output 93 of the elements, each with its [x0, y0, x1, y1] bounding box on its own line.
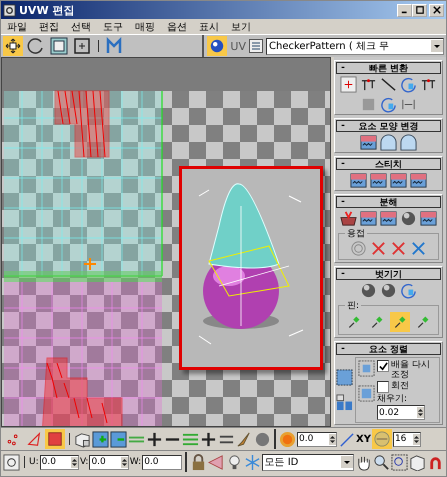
cube-icon[interactable] [408, 454, 426, 470]
menu-item[interactable]: 보기 [231, 20, 251, 33]
arch-icon[interactable] [380, 134, 397, 151]
grid-icon[interactable] [350, 172, 367, 189]
rollout-header[interactable]: - 요소 모양 변경 [336, 120, 441, 132]
cube-icon[interactable] [74, 430, 91, 448]
grow-icon[interactable] [92, 430, 109, 448]
texture-icon [209, 38, 226, 54]
grid-icon[interactable] [420, 210, 437, 227]
pin-icon [370, 315, 384, 329]
rotate-icon [27, 37, 45, 55]
texture-button[interactable] [207, 36, 228, 56]
coordinate-spinner[interactable]: 0.0 [142, 454, 182, 470]
mirror-icon [106, 37, 124, 55]
coordinate-label: U: [28, 457, 39, 467]
sphere-icon[interactable] [254, 430, 271, 448]
rollout-header[interactable]: - 요소 정렬 [336, 343, 441, 355]
freeform-tool[interactable] [72, 36, 92, 56]
menu-item[interactable]: 파일 [7, 20, 27, 33]
grid-icon[interactable] [370, 172, 387, 189]
group-title: 용접 [345, 227, 367, 240]
scale-tool[interactable] [49, 36, 69, 56]
maximize-icon [416, 6, 424, 14]
line-icon[interactable] [380, 76, 397, 93]
checkbox-label: 회전 [391, 381, 410, 391]
spinner-arrows-icon [417, 407, 424, 418]
window-title: UVW 편집 [19, 2, 76, 18]
fill-label: 채우기: [377, 394, 408, 404]
pin-icon [393, 315, 407, 329]
group-title: 핀: [345, 299, 362, 312]
menu-item[interactable]: 표시 [199, 20, 219, 33]
spinner-arrows-icon [329, 434, 336, 444]
shrink-icon[interactable] [110, 430, 127, 448]
fill-spinner[interactable]: 0.02 [377, 405, 425, 420]
rollout-header[interactable]: - 스티치 [336, 158, 441, 170]
freeform-icon [73, 37, 91, 55]
pin-tool[interactable] [390, 312, 410, 332]
pin-icon [416, 315, 430, 329]
grid-icon[interactable] [360, 210, 377, 227]
spinner-arrows-icon [70, 456, 78, 468]
soft-select-spinner[interactable]: 0.0 [297, 432, 337, 446]
close-icon [432, 6, 440, 14]
menu-item[interactable]: 매핑 [135, 20, 155, 33]
basket-icon[interactable] [340, 210, 357, 227]
arch-icon[interactable] [400, 134, 417, 151]
texture-dropdown[interactable]: CheckerPattern ( 체크 무 [266, 38, 444, 54]
undo-icon[interactable] [400, 282, 417, 299]
close-button[interactable] [429, 4, 444, 16]
rollout-header[interactable]: - 빠른 변환 [336, 62, 441, 74]
minimize-button[interactable] [397, 4, 412, 16]
rollout-header[interactable]: - 벗기기 [336, 268, 441, 280]
checkbox-label: 배율 다시 조정 [391, 360, 431, 380]
axis-button[interactable]: XY [356, 434, 371, 444]
grid-icon[interactable] [360, 134, 377, 151]
move-icon [4, 37, 22, 55]
rollout-header[interactable]: - 분해 [336, 196, 441, 208]
square-mode-button[interactable] [45, 429, 65, 449]
transform-mode-icon[interactable] [3, 454, 20, 470]
menu-item[interactable]: 옵션 [167, 20, 187, 33]
zoom-icon[interactable] [372, 454, 390, 470]
menu-item[interactable]: 선택 [71, 20, 91, 33]
checkbox[interactable] [377, 381, 389, 393]
uv-label[interactable]: UV [230, 40, 246, 52]
menu-item[interactable]: 편집 [39, 20, 59, 33]
scale-icon [50, 37, 68, 55]
coordinate-spinner[interactable]: 0.0 [40, 454, 79, 470]
sphere-icon[interactable] [400, 210, 417, 227]
checkbox[interactable] [377, 360, 389, 372]
coordinate-spinner[interactable]: 0.0 [89, 454, 129, 470]
grid-icon[interactable] [380, 210, 397, 227]
pin-icon [347, 315, 361, 329]
grid-icon[interactable] [410, 172, 427, 189]
plus-icon[interactable] [146, 430, 163, 448]
plus-icon[interactable] [200, 430, 217, 448]
sphere-icon[interactable] [360, 282, 377, 299]
maximize-button[interactable] [412, 4, 427, 16]
list-icon[interactable] [249, 39, 263, 53]
triangle-icon [26, 431, 42, 447]
square-icon [47, 431, 63, 447]
snap-button[interactable] [372, 429, 392, 449]
spinner-arrows-icon [412, 434, 420, 444]
pivot-icon[interactable] [340, 76, 357, 93]
coordinate-label: W: [130, 457, 142, 467]
move-tool[interactable] [3, 36, 23, 56]
snap-spinner[interactable]: 16 [392, 432, 421, 446]
zoom-region-icon[interactable] [390, 454, 408, 470]
spinner-arrows-icon [120, 456, 128, 468]
id-filter-dropdown[interactable]: 모든 ID [262, 454, 354, 470]
coordinate-label: V: [80, 457, 88, 467]
app-icon [3, 4, 16, 16]
grid-icon[interactable] [390, 172, 407, 189]
sphere-icon[interactable] [380, 282, 397, 299]
menu-item[interactable]: 도구 [103, 20, 123, 33]
